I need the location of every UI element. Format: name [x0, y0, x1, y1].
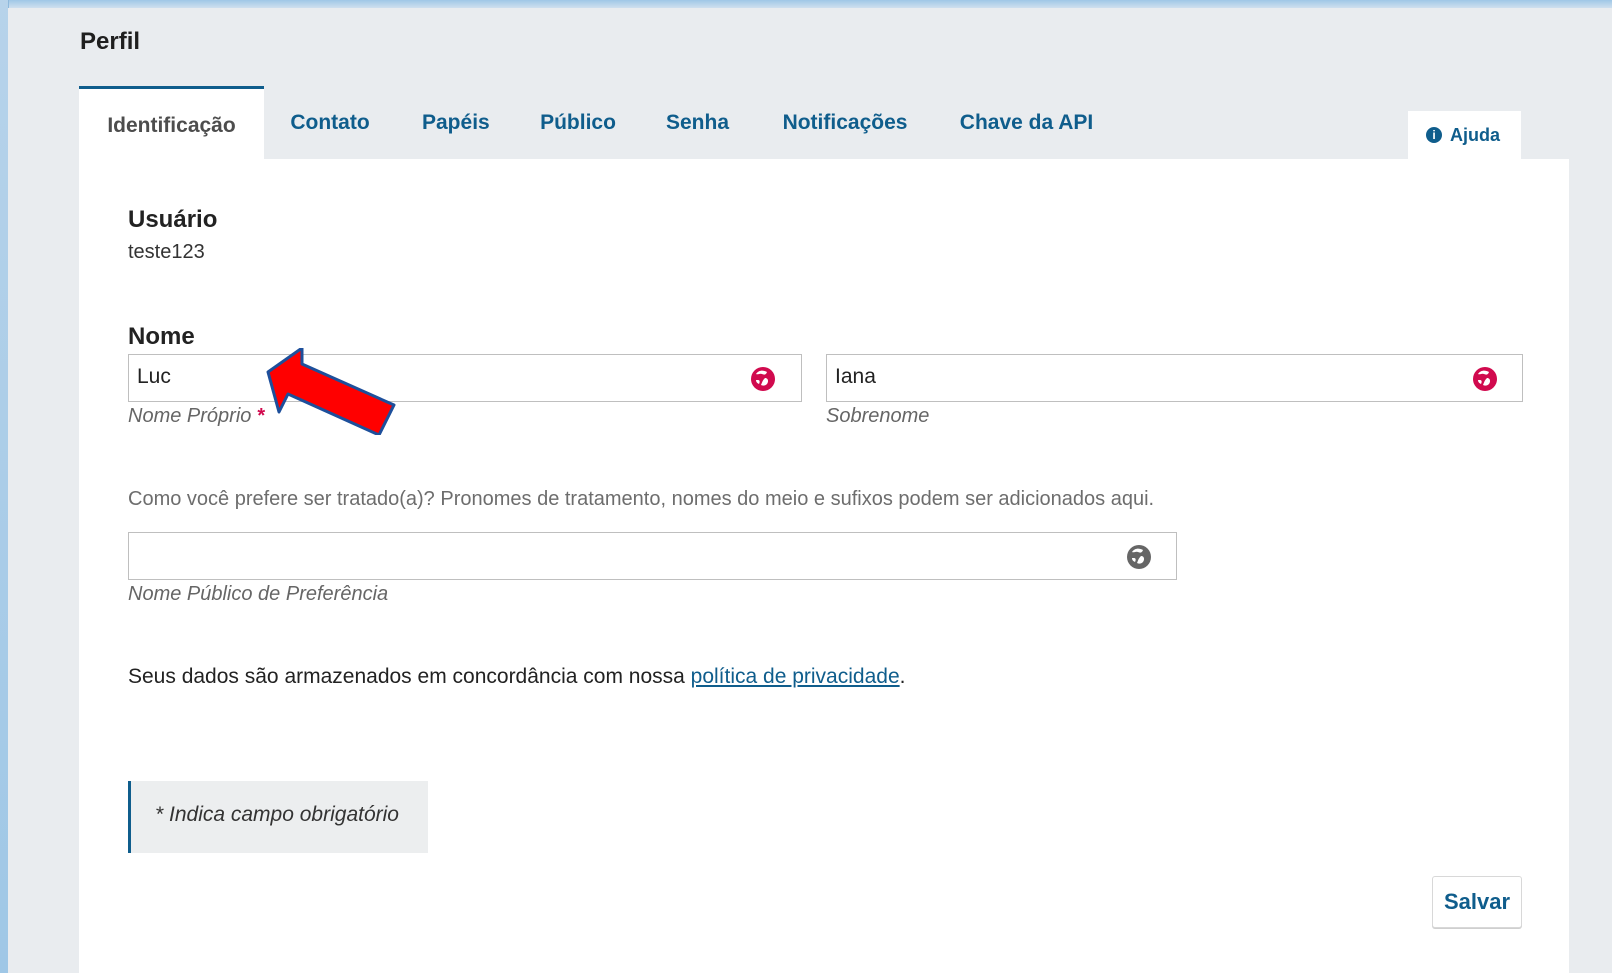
preferred-public-name-help: Nome Público de Preferência [128, 583, 389, 605]
help-button[interactable]: i Ajuda [1408, 111, 1521, 159]
username-value: teste123 [128, 241, 205, 263]
first-name-input[interactable]: Luc [128, 354, 802, 402]
tab-identificacao[interactable]: Identificação [79, 86, 264, 159]
username-label: Usuário [128, 206, 218, 233]
red-arrow-icon [266, 348, 396, 435]
tab-papeis[interactable]: Papéis [422, 86, 490, 159]
info-icon: i [1426, 127, 1442, 143]
name-preference-question: Como você prefere ser tratado(a)? Pronom… [128, 488, 1155, 510]
tab-chave-da-api[interactable]: Chave da API [959, 86, 1094, 159]
tab-notificacoes[interactable]: Notificações [781, 86, 909, 159]
identification-panel: Usuário teste123 Nome Luc Nome Próprio * … [79, 159, 1569, 973]
last-name-help: Sobrenome [826, 405, 930, 427]
window-top-border [0, 0, 1612, 8]
first-name-help: Nome Próprio * [128, 405, 266, 427]
preferred-public-name-input[interactable] [128, 532, 1177, 580]
required-field-note-text: * Indica campo obrigatório [155, 803, 399, 826]
tab-contato[interactable]: Contato [288, 86, 372, 159]
globe-icon[interactable] [750, 366, 776, 392]
globe-icon[interactable] [1126, 544, 1152, 570]
privacy-prefix: Seus dados são armazenados em concordânc… [128, 665, 691, 688]
page-title: Perfil [80, 28, 141, 55]
page-root: Perfil Identificação Contato Papéis Públ… [0, 0, 1612, 973]
last-name-input[interactable]: Iana [826, 354, 1523, 402]
profile-page-background: Perfil Identificação Contato Papéis Públ… [8, 8, 1612, 973]
name-label: Nome [128, 323, 195, 350]
first-name-value: Luc [137, 365, 171, 388]
required-field-note: * Indica campo obrigatório [128, 781, 428, 853]
privacy-policy-link[interactable]: política de privacidade [691, 665, 900, 688]
globe-icon[interactable] [1472, 366, 1498, 392]
privacy-suffix: . [899, 665, 906, 688]
privacy-statement: Seus dados são armazenados em concordânc… [128, 665, 905, 689]
save-button[interactable]: Salvar [1432, 876, 1522, 928]
last-name-value: Iana [835, 365, 876, 388]
tab-publico[interactable]: Público [540, 86, 616, 159]
help-label: Ajuda [1450, 124, 1501, 145]
tab-senha[interactable]: Senha [666, 86, 729, 159]
